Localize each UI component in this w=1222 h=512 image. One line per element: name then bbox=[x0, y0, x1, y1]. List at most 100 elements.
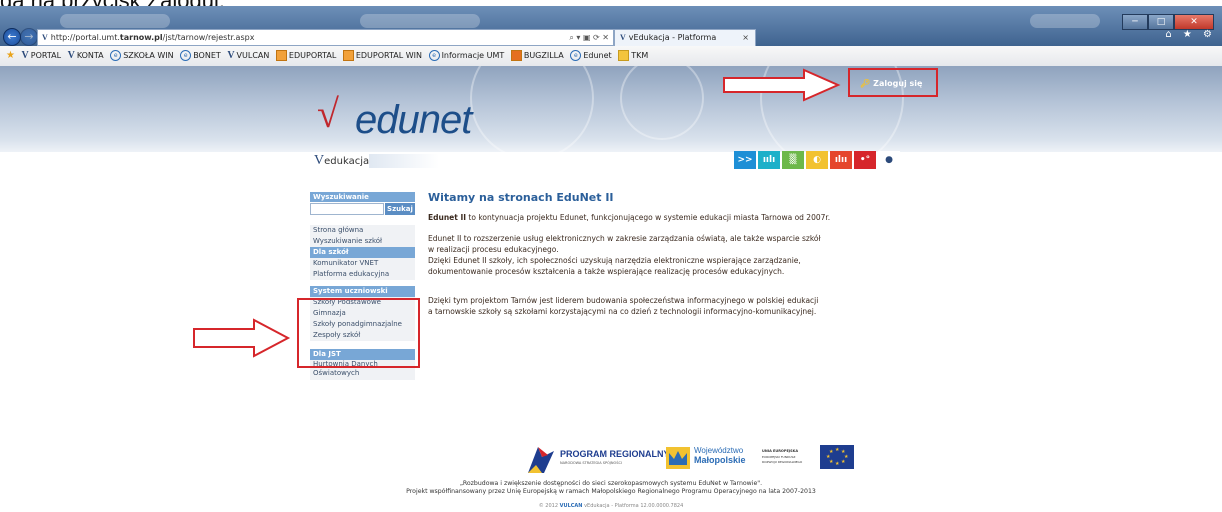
titlebar-blur bbox=[60, 14, 170, 28]
url-host: tarnow.pl bbox=[119, 33, 163, 42]
favorite-label: EDUPORTAL bbox=[288, 51, 337, 60]
ie-icon: e bbox=[570, 50, 582, 61]
eu-line-1: UNIA EUROPEJSKA bbox=[762, 449, 799, 453]
v-icon: V bbox=[227, 50, 235, 61]
program-regional-title: PROGRAM REGIONALNY bbox=[560, 449, 670, 459]
paragraph-line: Edunet II to rozszerzenie usług elektron… bbox=[428, 234, 821, 243]
program-regional-logo-icon bbox=[528, 447, 554, 473]
favorite-item[interactable]: EDUPORTAL bbox=[275, 46, 337, 66]
malopolska-logo-icon bbox=[666, 447, 690, 469]
ie-icon: e bbox=[180, 50, 192, 61]
favorite-label: EDUPORTAL WIN bbox=[355, 51, 423, 60]
general-nav: Strona główna Wyszukiwanie szkół bbox=[310, 225, 415, 247]
map-icon[interactable]: ▒ bbox=[782, 151, 804, 169]
eu-flag-icon: ★ ★ ★ ★ ★ ★ ★ ★ bbox=[820, 445, 854, 469]
paragraph-line: a tarnowskie szkoły są szkołami korzysta… bbox=[428, 307, 817, 316]
copy-brand[interactable]: VULCAN bbox=[560, 503, 583, 509]
bar-chart-icon[interactable]: ılıı bbox=[830, 151, 852, 169]
footer-line-1: „Rozbudowa i zwiększenie dostępności do … bbox=[459, 480, 763, 487]
stats-icon[interactable]: ıılı bbox=[758, 151, 780, 169]
favorite-label: TKM bbox=[631, 51, 649, 60]
intro-bold: Edunet II bbox=[428, 213, 467, 222]
region-line-1: Województwo bbox=[694, 446, 744, 455]
eu-line-3: ROZWOJU REGIONALNEGO bbox=[762, 460, 803, 464]
schools-section-title: Dla szkół bbox=[310, 247, 415, 258]
program-regional-sub: NARODOWA STRATEGIA SPÓJNOŚCI bbox=[560, 461, 622, 465]
favorite-label: Edunet bbox=[583, 51, 612, 60]
back-arrow-icon[interactable]: ← bbox=[3, 28, 21, 46]
search-button[interactable]: Szukaj bbox=[385, 203, 415, 215]
logo-text: edunet bbox=[355, 98, 472, 142]
url-path: /jst/tarnow/rejestr.aspx bbox=[162, 33, 255, 42]
favorite-label: KONTA bbox=[76, 51, 104, 60]
tab-close-icon[interactable]: × bbox=[742, 30, 749, 46]
arrow-to-sidebar-icon bbox=[193, 318, 291, 358]
favorite-item[interactable]: e Informacje UMT bbox=[428, 46, 505, 66]
paragraph-line: Dzięki tym projektom Tarnów jest liderem… bbox=[428, 296, 819, 305]
page-title: Witamy na stronach EduNet II bbox=[428, 191, 614, 204]
square-icon bbox=[342, 50, 354, 61]
titlebar-blur bbox=[1030, 14, 1100, 28]
favorite-label: PORTAL bbox=[30, 51, 62, 60]
titlebar-blur bbox=[360, 14, 480, 28]
favorite-item[interactable]: e SZKOŁA WIN bbox=[110, 46, 174, 66]
arrow-to-login-icon bbox=[723, 68, 841, 102]
eu-line-2: EUROPEJSKI FUNDUSZ bbox=[762, 455, 796, 459]
edunet-logo[interactable]: √ edunet bbox=[317, 90, 517, 150]
dots-icon[interactable]: •° bbox=[854, 151, 876, 169]
favorite-item[interactable]: BUGZILLA bbox=[510, 46, 564, 66]
v-icon: V bbox=[42, 33, 48, 42]
edukacja-label[interactable]: Vedukacja bbox=[314, 150, 440, 172]
v-icon: V bbox=[314, 153, 325, 168]
favorite-item[interactable]: V PORTAL bbox=[22, 46, 62, 66]
footer-text: „Rozbudowa i zwiększenie dostępności do … bbox=[0, 480, 1222, 496]
browser-right-icons[interactable]: ⌂ ★ ⚙ bbox=[1165, 29, 1216, 40]
intro-rest: to kontynuacja projektu Edunet, funkcjon… bbox=[466, 213, 831, 222]
forward-icon[interactable]: >> bbox=[734, 151, 756, 169]
favorite-item[interactable]: TKM bbox=[618, 46, 648, 66]
nav-home[interactable]: Strona główna bbox=[310, 225, 415, 236]
paragraph-line: w realizacji procesu edukacyjnego. bbox=[428, 245, 559, 254]
globe-icon[interactable]: ● bbox=[878, 151, 900, 169]
favorite-item[interactable]: e Edunet bbox=[570, 46, 612, 66]
footer-line-2: Projekt współfinansowany przez Unię Euro… bbox=[406, 488, 816, 495]
search-row: Szukaj bbox=[310, 203, 415, 215]
footer-copyright: © 2012 VULCAN vEdukacja - Platforma 12.0… bbox=[0, 503, 1222, 509]
nav-platform[interactable]: Platforma edukacyjna bbox=[310, 269, 415, 280]
footer-logos: PROGRAM REGIONALNY NARODOWA STRATEGIA SP… bbox=[526, 443, 856, 477]
favorites-star-icon[interactable]: ★ bbox=[6, 50, 15, 61]
favorite-label: BUGZILLA bbox=[523, 51, 564, 60]
forward-arrow-icon[interactable]: → bbox=[20, 28, 38, 46]
v-icon: V bbox=[620, 33, 626, 42]
edukacja-icons: >> ıılı ▒ ◐ ılıı •° ● bbox=[734, 151, 900, 169]
favorite-item[interactable]: e BONET bbox=[180, 46, 221, 66]
favorite-label: Informacje UMT bbox=[441, 51, 505, 60]
ie-icon: e bbox=[110, 50, 122, 61]
address-bar[interactable]: Vhttp://portal.umt.tarnow.pl/jst/tarnow/… bbox=[37, 29, 614, 46]
favorite-item[interactable]: V KONTA bbox=[68, 46, 104, 66]
header-decoration bbox=[620, 66, 704, 140]
favorite-label: SZKOŁA WIN bbox=[123, 51, 174, 60]
ie-icon: e bbox=[428, 50, 440, 61]
main-content: Witamy na stronach EduNet II Edunet II t… bbox=[428, 190, 948, 317]
nav-school-search[interactable]: Wyszukiwanie szkół bbox=[310, 236, 415, 247]
browser-tab[interactable]: VvEdukacja - Platforma × bbox=[614, 29, 756, 46]
address-tools[interactable]: ⌕ ▾ ▣ ⟳ ✕ bbox=[569, 30, 609, 45]
url-prefix: http://portal.umt. bbox=[50, 33, 120, 42]
logo-swoosh-icon: √ bbox=[317, 91, 339, 136]
page-header: √ edunet 🔑︎ Zaloguj się bbox=[0, 66, 1222, 152]
favorite-item[interactable]: V VULCAN bbox=[227, 46, 269, 66]
folder-icon bbox=[618, 50, 630, 61]
v-icon: V bbox=[21, 50, 29, 61]
tab-title: vEdukacja - Platforma bbox=[628, 33, 717, 42]
copy-prefix: © 2012 bbox=[538, 503, 559, 509]
intro-paragraph: Edunet II to kontynuacja projektu Edunet… bbox=[428, 212, 948, 223]
nav-vnet[interactable]: Komunikator VNET bbox=[310, 258, 415, 269]
edukacja-fade bbox=[369, 154, 440, 168]
favorite-item[interactable]: EDUPORTAL WIN bbox=[342, 46, 423, 66]
paragraph-line: dokumentowanie procesów kształcenia a ta… bbox=[428, 267, 785, 276]
square-icon bbox=[275, 50, 287, 61]
edukacja-text: edukacja bbox=[324, 156, 370, 167]
chart-pie-icon[interactable]: ◐ bbox=[806, 151, 828, 169]
search-input[interactable] bbox=[310, 203, 384, 215]
